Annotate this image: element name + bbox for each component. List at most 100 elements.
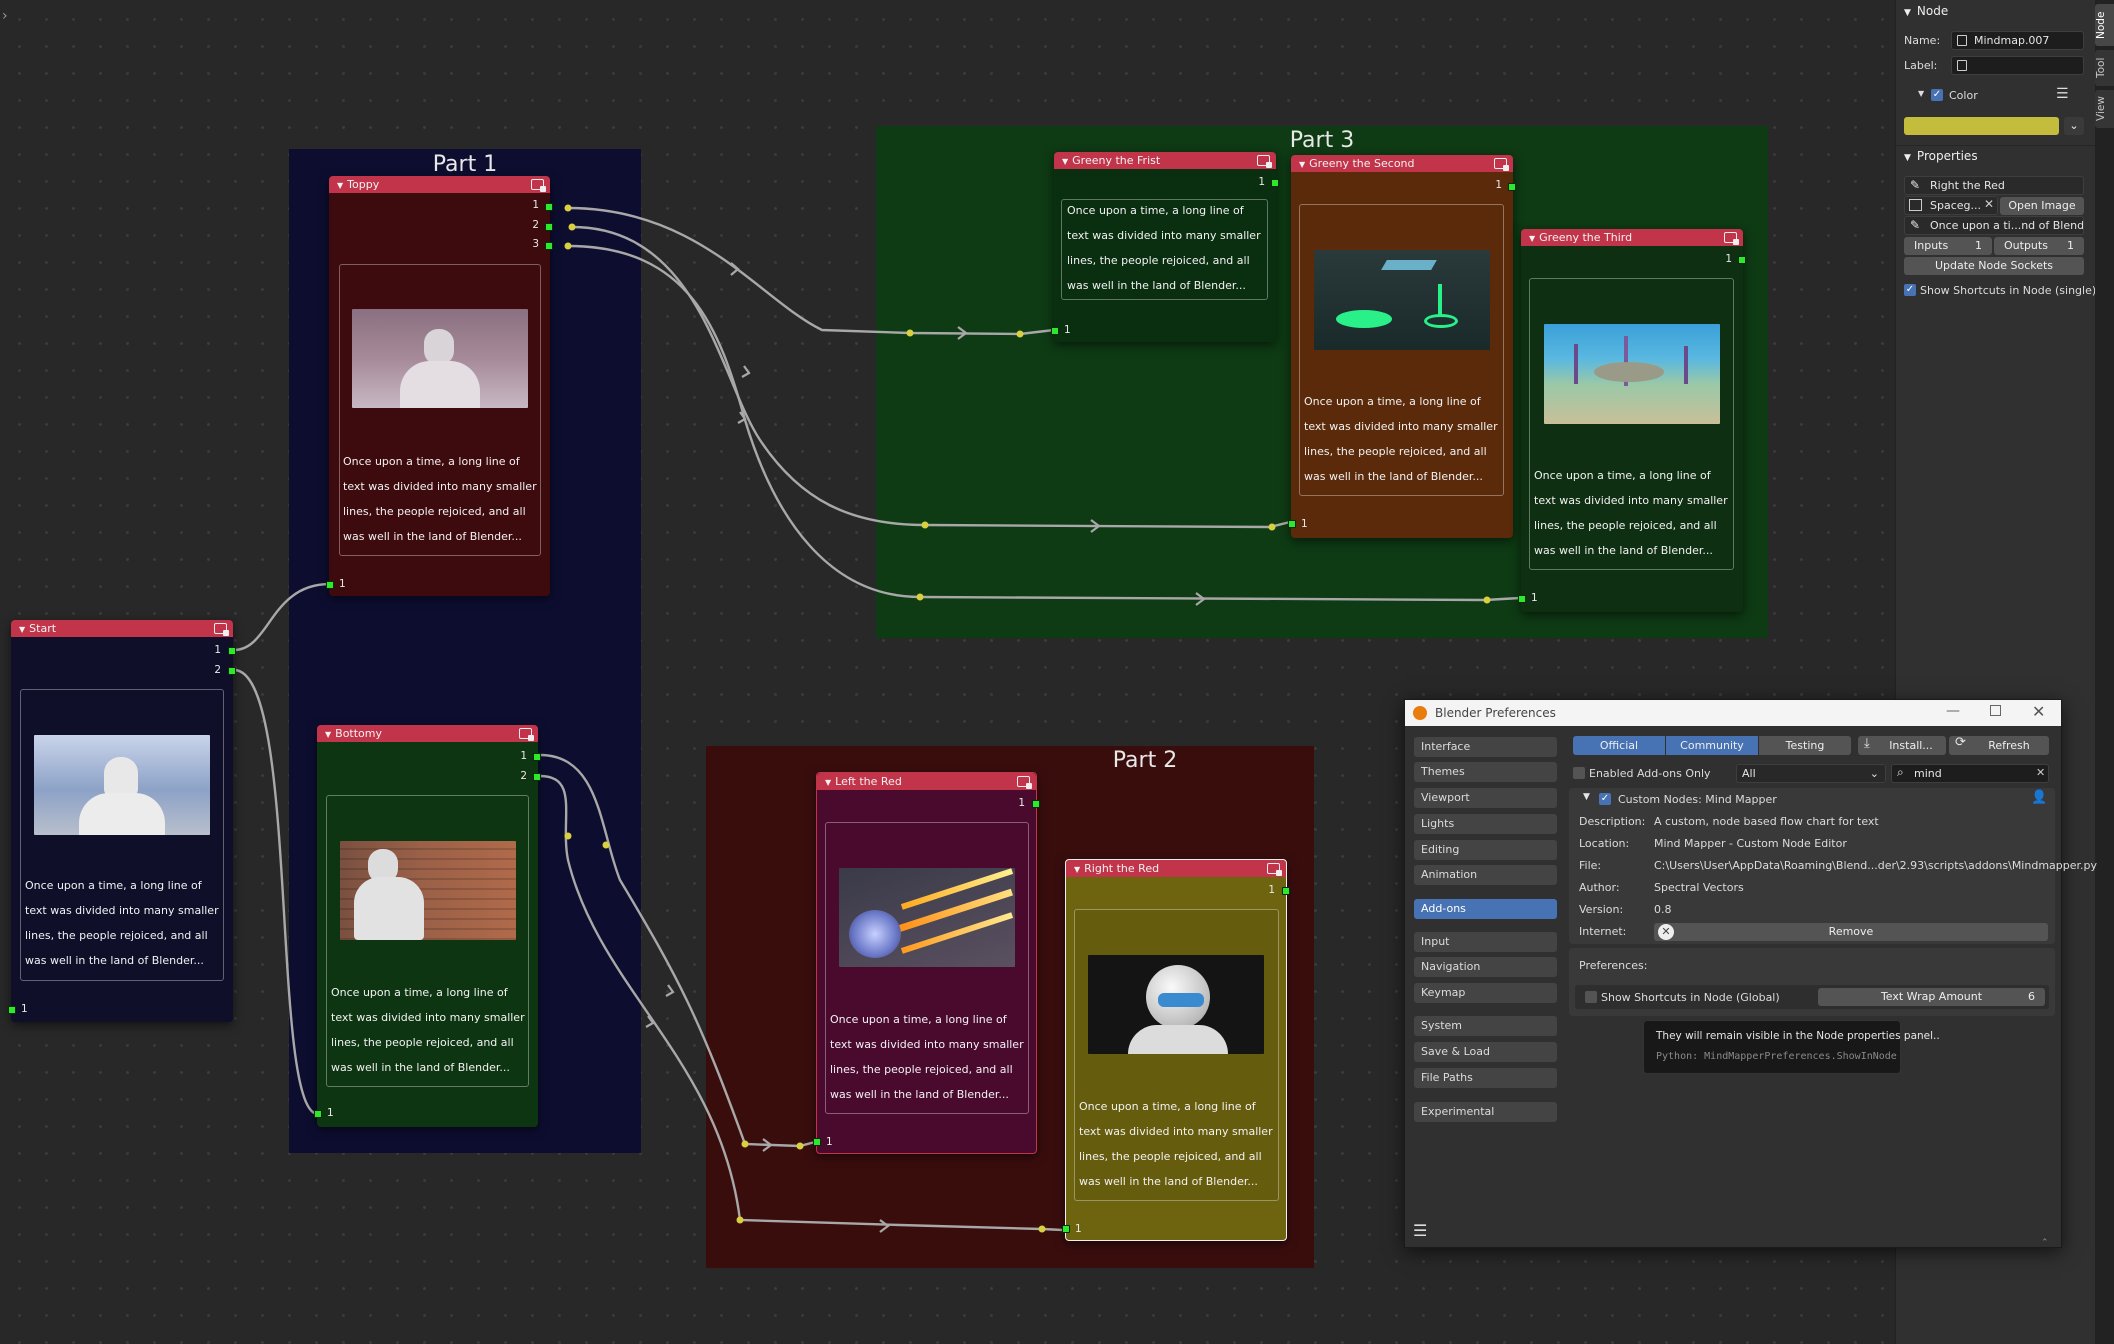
addon-enabled-checkbox[interactable]: ✓ bbox=[1599, 793, 1611, 805]
inputs-field[interactable]: Inputs 1 bbox=[1904, 237, 1992, 255]
output-socket[interactable] bbox=[545, 203, 553, 211]
tab-tool[interactable]: Tool bbox=[2095, 50, 2114, 86]
input-socket[interactable] bbox=[813, 1138, 821, 1146]
output-socket[interactable] bbox=[228, 647, 236, 655]
output-socket[interactable] bbox=[1282, 887, 1290, 895]
show-shortcuts-checkbox[interactable]: ✓ bbox=[1904, 284, 1916, 296]
prefs-tab-themes[interactable]: Themes bbox=[1414, 762, 1557, 782]
tab-node[interactable]: Node bbox=[2095, 4, 2114, 46]
node-text-field[interactable]: Once upon a ti...nd of Blender... bbox=[1904, 216, 2084, 235]
name-field[interactable]: Mindmap.007 bbox=[1951, 31, 2084, 50]
node-left-the-red[interactable]: ▼ Left the Red 1 Once upon a time, a long… bbox=[813, 772, 1040, 1154]
clear-search-icon[interactable]: ✕ bbox=[2036, 766, 2045, 779]
collapse-triangle-icon[interactable]: ▼ bbox=[19, 625, 25, 634]
output-socket[interactable] bbox=[533, 773, 541, 781]
output-socket[interactable] bbox=[1738, 256, 1746, 264]
addon-search-input[interactable]: mind bbox=[1891, 764, 2049, 783]
tab-view[interactable]: View bbox=[2095, 90, 2114, 128]
node-right-the-red[interactable]: ▼ Right the Red 1 Once upon a time, a lon… bbox=[1062, 859, 1290, 1241]
scroll-up-icon[interactable]: ⌃ bbox=[2041, 1238, 2049, 1248]
enabled-only-checkbox[interactable] bbox=[1573, 767, 1585, 779]
collapse-triangle-icon[interactable]: ▼ bbox=[825, 778, 831, 787]
collapse-triangle-icon[interactable]: ▼ bbox=[1299, 160, 1305, 169]
prefs-tab-save-load[interactable]: Save & Load bbox=[1414, 1042, 1557, 1062]
node-header[interactable]: ▼ Greeny the Second bbox=[1291, 155, 1513, 172]
node-header[interactable]: ▼ Greeny the Third bbox=[1521, 229, 1743, 246]
filter-testing[interactable]: Testing bbox=[1759, 736, 1851, 755]
node-title-field[interactable]: Right the Red bbox=[1904, 176, 2084, 195]
hamburger-menu-icon[interactable]: ☰ bbox=[1413, 1221, 1427, 1240]
prefs-tab-system[interactable]: System bbox=[1414, 1016, 1557, 1036]
prefs-tab-animation[interactable]: Animation bbox=[1414, 865, 1557, 885]
node-greeny-the-third[interactable]: ▼ Greeny the Third 1 Once upon a time, a … bbox=[1518, 229, 1746, 612]
node-header[interactable]: ▼ Start bbox=[11, 620, 233, 637]
input-socket[interactable] bbox=[1288, 520, 1296, 528]
node-start[interactable]: ▼ Start 1 2 Once upon a time, a long line… bbox=[8, 620, 236, 1022]
prefs-tab-addons[interactable]: Add-ons bbox=[1414, 899, 1557, 919]
node-header[interactable]: ▼ Bottomy bbox=[317, 725, 538, 742]
collapse-triangle-icon[interactable]: ▼ bbox=[337, 181, 343, 190]
outputs-field[interactable]: Outputs 1 bbox=[1994, 237, 2084, 255]
list-menu-icon[interactable]: ☰ bbox=[2056, 86, 2069, 102]
maximize-icon[interactable] bbox=[1990, 705, 2001, 716]
input-socket[interactable] bbox=[1062, 1225, 1070, 1233]
output-socket[interactable] bbox=[1508, 183, 1516, 191]
output-socket[interactable] bbox=[545, 242, 553, 250]
prefs-tab-lights[interactable]: Lights bbox=[1414, 814, 1557, 834]
output-socket[interactable] bbox=[228, 667, 236, 675]
show-shortcuts-global-checkbox[interactable] bbox=[1585, 991, 1597, 1003]
input-socket[interactable] bbox=[326, 581, 334, 589]
remove-button[interactable]: Remove bbox=[1654, 923, 2048, 941]
search-icon: ⌕ bbox=[1897, 765, 1904, 779]
collapse-triangle-icon[interactable]: ▼ bbox=[1074, 865, 1080, 874]
window-titlebar[interactable]: Blender Preferences bbox=[1405, 700, 2061, 726]
node-bottomy[interactable]: ▼ Bottomy 1 2 Once upon a time, a long li… bbox=[314, 725, 541, 1127]
input-socket[interactable] bbox=[1518, 595, 1526, 603]
node-toppy[interactable]: ▼ Toppy 1 2 3 Once upon a time, a long li… bbox=[326, 176, 553, 596]
color-checkbox[interactable]: ✓ bbox=[1931, 89, 1943, 101]
output-socket[interactable] bbox=[1271, 179, 1279, 187]
prefs-tab-navigation[interactable]: Navigation bbox=[1414, 957, 1557, 977]
open-image-button[interactable]: Open Image bbox=[2000, 197, 2084, 215]
prefs-tab-keymap[interactable]: Keymap bbox=[1414, 983, 1557, 1003]
output-socket[interactable] bbox=[533, 753, 541, 761]
node-content-box: Once upon a time, a long line of text wa… bbox=[1529, 278, 1734, 570]
color-dropdown-icon[interactable]: ⌄ bbox=[2064, 117, 2084, 135]
color-collapse-icon[interactable]: ▼ bbox=[1918, 89, 1924, 98]
node-header[interactable]: ▼ Left the Red bbox=[817, 773, 1036, 790]
text-wrap-amount-field[interactable]: Text Wrap Amount 6 bbox=[1818, 988, 2045, 1006]
prefs-tab-viewport[interactable]: Viewport bbox=[1414, 788, 1557, 808]
node-header[interactable]: ▼ Greeny the Frist bbox=[1054, 152, 1276, 169]
node-greeny-the-second[interactable]: ▼ Greeny the Second 1 Once upon a time, a… bbox=[1288, 155, 1516, 538]
install-button[interactable]: Install... bbox=[1858, 736, 1946, 755]
output-socket[interactable] bbox=[1032, 800, 1040, 808]
input-socket[interactable] bbox=[314, 1110, 322, 1118]
filter-official[interactable]: Official bbox=[1573, 736, 1665, 755]
prefs-tab-editing[interactable]: Editing bbox=[1414, 840, 1557, 860]
input-socket[interactable] bbox=[8, 1006, 16, 1014]
node-header[interactable]: ▼ Right the Red bbox=[1066, 860, 1286, 877]
output-socket[interactable] bbox=[545, 223, 553, 231]
update-node-sockets-button[interactable]: Update Node Sockets bbox=[1904, 257, 2084, 275]
color-swatch[interactable] bbox=[1904, 117, 2059, 135]
preferences-window[interactable]: Blender Preferences — ✕ Interface Themes… bbox=[1404, 699, 2097, 1248]
category-dropdown[interactable]: All ⌄ bbox=[1736, 764, 1886, 783]
addon-expand-icon[interactable]: ▼ bbox=[1583, 792, 1590, 802]
prefs-tab-input[interactable]: Input bbox=[1414, 932, 1557, 952]
prefs-tab-file-paths[interactable]: File Paths bbox=[1414, 1068, 1557, 1088]
prefs-tab-interface[interactable]: Interface bbox=[1414, 737, 1557, 757]
properties-section-header[interactable]: ▼ Properties bbox=[1904, 149, 1978, 163]
close-icon[interactable]: ✕ bbox=[2032, 702, 2045, 721]
node-header[interactable]: ▼ Toppy bbox=[329, 176, 550, 193]
collapse-triangle-icon[interactable]: ▼ bbox=[1529, 234, 1535, 243]
filter-community[interactable]: Community bbox=[1666, 736, 1758, 755]
label-field[interactable] bbox=[1951, 56, 2084, 75]
collapse-triangle-icon[interactable]: ▼ bbox=[1062, 157, 1068, 166]
node-section-header[interactable]: ▼ Node bbox=[1904, 4, 1948, 18]
prefs-tab-experimental[interactable]: Experimental bbox=[1414, 1102, 1557, 1122]
minimize-icon[interactable]: — bbox=[1946, 703, 1960, 719]
node-greeny-the-frist[interactable]: ▼ Greeny the Frist 1 Once upon a time, a … bbox=[1051, 152, 1279, 342]
input-socket[interactable] bbox=[1051, 327, 1059, 335]
clear-image-icon[interactable]: ✕ bbox=[1984, 197, 1994, 211]
collapse-triangle-icon[interactable]: ▼ bbox=[325, 730, 331, 739]
